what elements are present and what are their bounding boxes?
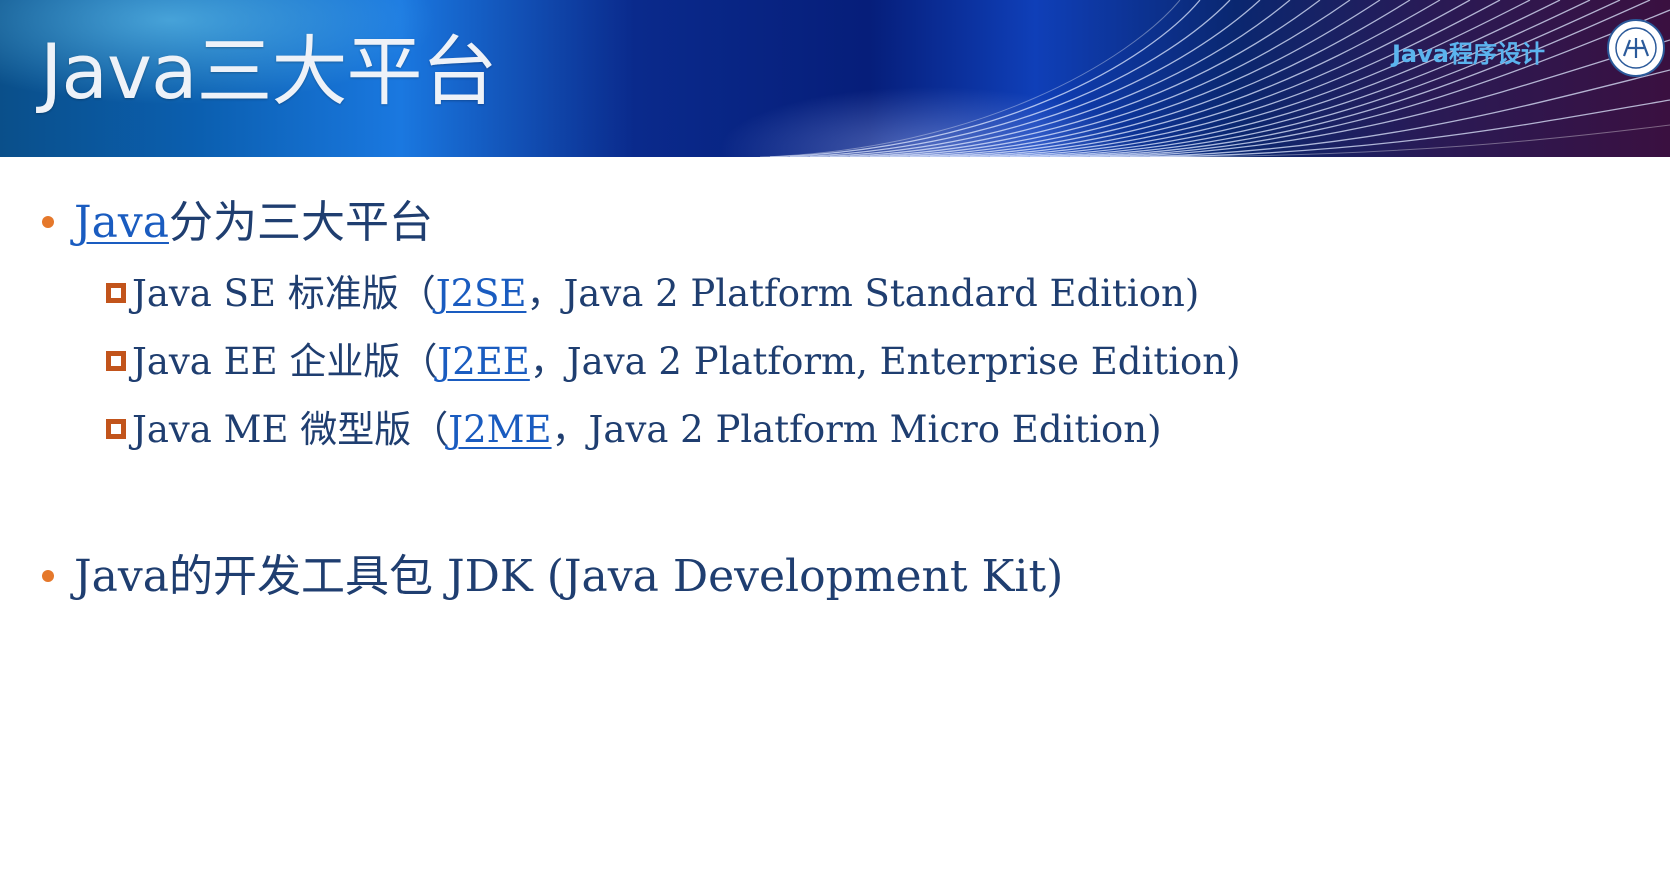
course-label: Java程序设计 xyxy=(1392,40,1545,68)
square-bullet-icon xyxy=(106,418,126,439)
sub-item-text-after: ，Java 2 Platform, Enterprise Edition) xyxy=(529,340,1241,383)
title-banner: Java三大平台 Java程序设计 xyxy=(0,0,1670,157)
sub-item-java-me: Java ME 微型版（J2ME，Java 2 Platform Micro E… xyxy=(106,411,1162,448)
sub-item-text-before: Java EE 企业版（ xyxy=(132,340,438,383)
j2ee-link[interactable]: J2EE xyxy=(437,340,529,383)
bullet-text: Java的开发工具包 JDK (Java Development Kit) xyxy=(74,551,1064,602)
sub-item-text-after: ，Java 2 Platform Standard Edition) xyxy=(526,272,1200,315)
bullet-dot-icon xyxy=(42,569,54,582)
sub-item-text-before: Java ME 微型版（ xyxy=(132,408,449,451)
sub-item-java-se: Java SE 标准版（J2SE，Java 2 Platform Standar… xyxy=(106,275,1199,312)
sub-item-text-before: Java SE 标准版（ xyxy=(132,272,436,315)
bullet-text: 分为三大平台 xyxy=(168,197,433,248)
bullet-java-platforms: Java分为三大平台 xyxy=(42,201,433,245)
sub-item-text-after: ，Java 2 Platform Micro Edition) xyxy=(551,408,1162,451)
square-bullet-icon xyxy=(106,350,126,371)
sub-item-java-ee: Java EE 企业版（J2EE，Java 2 Platform, Enterp… xyxy=(106,343,1241,380)
university-seal-icon xyxy=(1607,19,1665,77)
slide-title: Java三大平台 xyxy=(40,27,498,116)
j2me-link[interactable]: J2ME xyxy=(448,408,551,451)
bullet-dot-icon xyxy=(42,215,54,228)
square-bullet-icon xyxy=(106,282,126,303)
slide-content: Java分为三大平台 Java SE 标准版（J2SE，Java 2 Platf… xyxy=(0,157,1670,878)
bullet-jdk: Java的开发工具包 JDK (Java Development Kit) xyxy=(42,555,1063,599)
j2se-link[interactable]: J2SE xyxy=(436,272,527,315)
java-link[interactable]: Java xyxy=(74,197,169,248)
